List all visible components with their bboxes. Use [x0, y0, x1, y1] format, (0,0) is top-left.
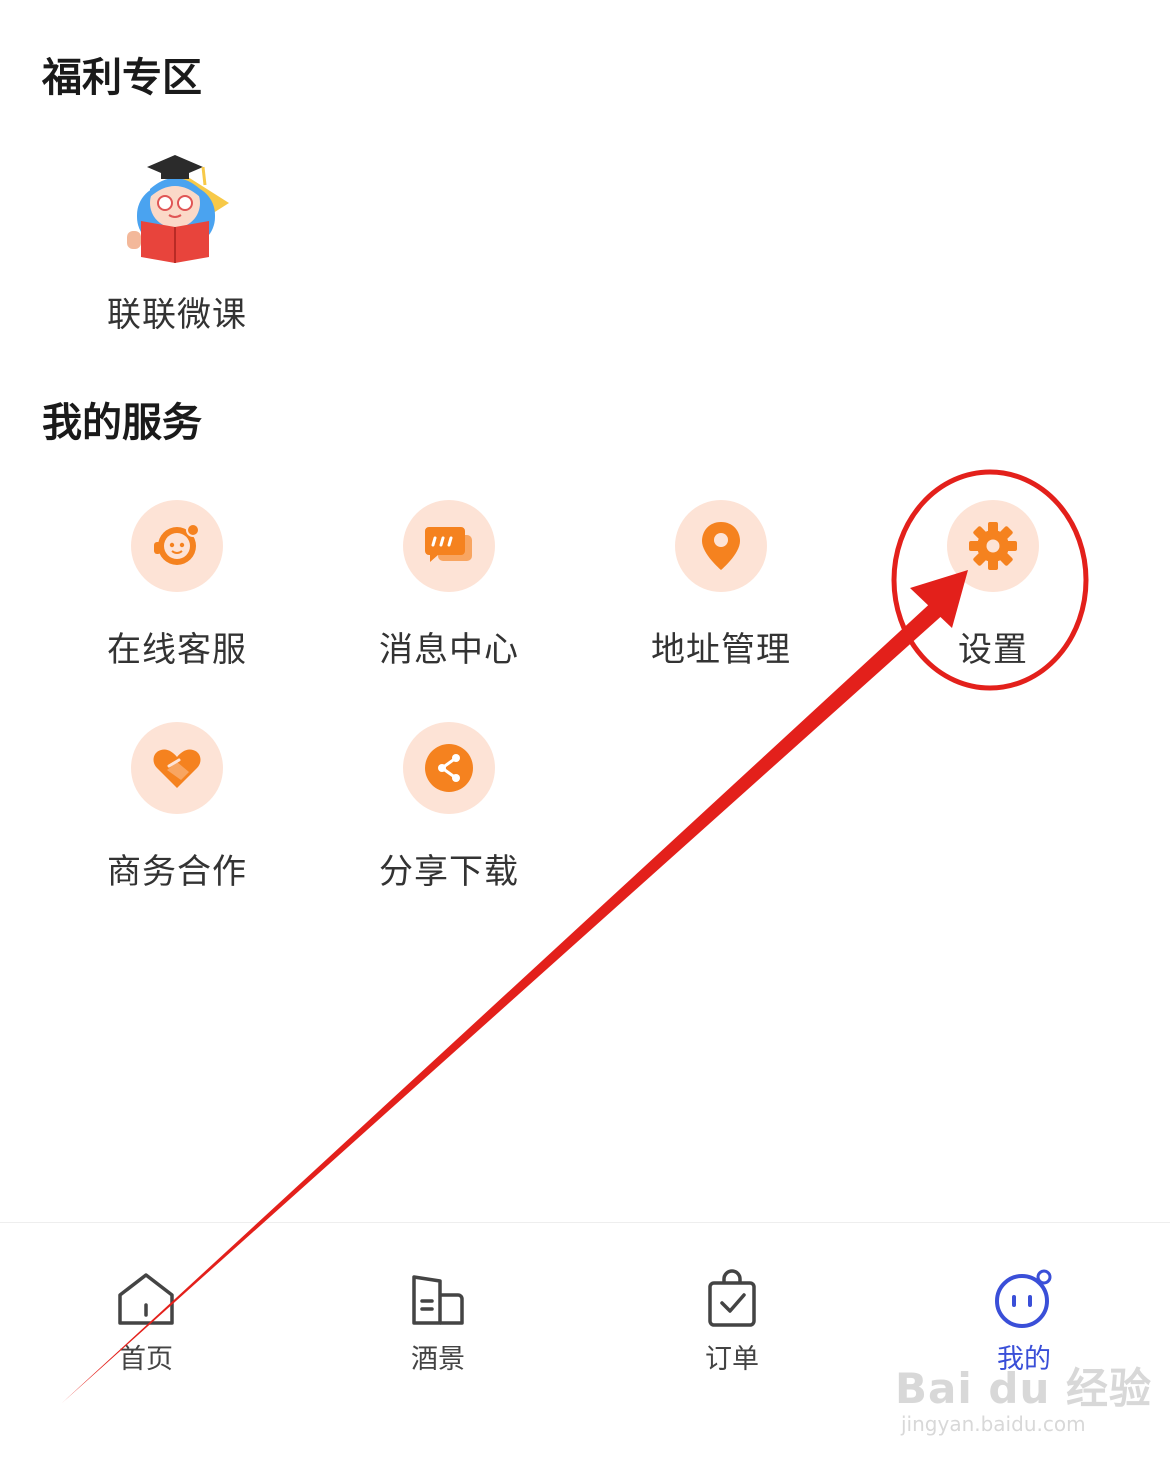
- nav-label: 订单: [705, 1344, 759, 1375]
- hotel-building-icon: [412, 1275, 464, 1325]
- service-item-label: 商务合作: [107, 852, 247, 892]
- profile-face-icon: [995, 1269, 1052, 1328]
- nav-tab-hotel-scenic[interactable]: 酒景: [358, 1267, 518, 1387]
- location-pin-icon: [675, 500, 767, 592]
- service-item-message-center[interactable]: 消息中心: [313, 500, 585, 710]
- share-icon: [403, 722, 495, 814]
- nav-tab-mine[interactable]: 我的: [944, 1267, 1104, 1387]
- service-item-label: 消息中心: [379, 630, 519, 670]
- service-item-business-cooperation[interactable]: 商务合作: [41, 722, 313, 932]
- customer-service-icon: [131, 500, 223, 592]
- handshake-heart-icon: [131, 722, 223, 814]
- welfare-section-title: 福利专区: [42, 55, 202, 101]
- service-item-label: 分享下载: [379, 852, 519, 892]
- welfare-item-label: 联联微课: [107, 295, 247, 335]
- nav-label: 首页: [119, 1344, 173, 1375]
- service-item-online-support[interactable]: 在线客服: [41, 500, 313, 710]
- service-item-share-download[interactable]: 分享下载: [313, 722, 585, 932]
- service-item-label: 在线客服: [107, 630, 247, 670]
- nav-tab-home[interactable]: 首页: [66, 1267, 226, 1387]
- service-item-address-management[interactable]: 地址管理: [585, 500, 857, 710]
- service-item-settings[interactable]: 设置: [857, 500, 1129, 710]
- graduate-reading-character-icon: [117, 145, 237, 265]
- service-item-label: 设置: [958, 630, 1028, 670]
- order-bag-icon: [708, 1269, 756, 1327]
- nav-tab-orders[interactable]: 订单: [652, 1267, 812, 1387]
- service-item-label: 地址管理: [651, 630, 791, 670]
- welfare-item-lianlian-weike[interactable]: 联联微课: [41, 145, 313, 355]
- services-section-title: 我的服务: [42, 400, 202, 446]
- message-bubble-icon: [403, 500, 495, 592]
- nav-label: 我的: [997, 1344, 1051, 1375]
- bottom-navigation: 首页 酒景 订单 我的: [0, 1222, 1170, 1457]
- nav-label: 酒景: [411, 1344, 465, 1375]
- home-icon: [118, 1273, 174, 1325]
- gear-icon: [947, 500, 1039, 592]
